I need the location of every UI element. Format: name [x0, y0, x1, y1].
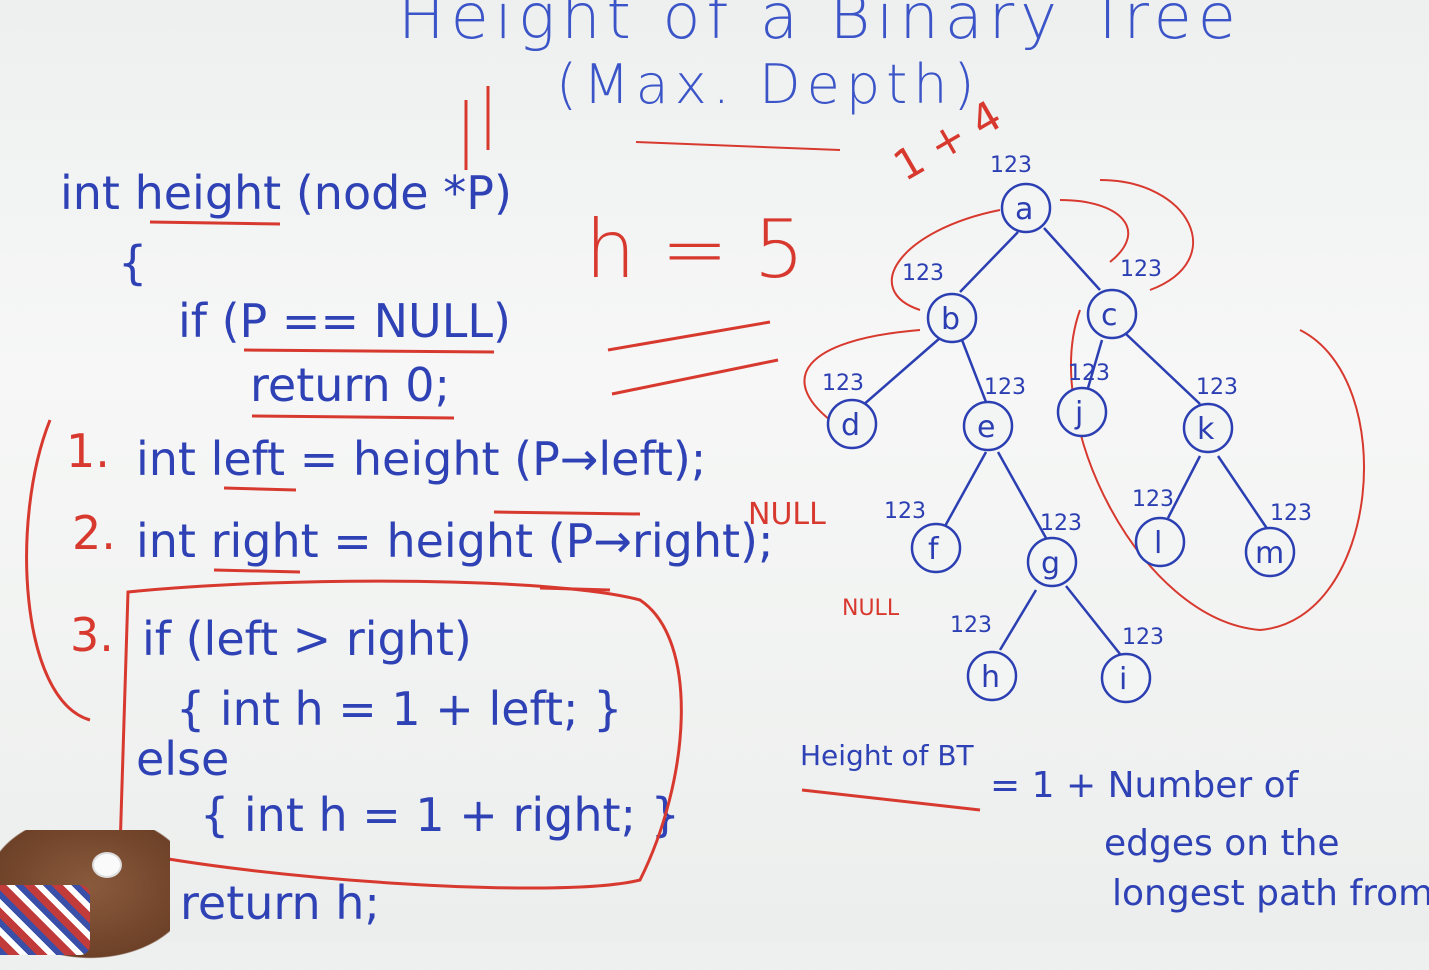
right-underline [213, 568, 301, 574]
tree-node-d: d [841, 408, 860, 443]
step3-box [118, 579, 683, 890]
definition-underline [801, 788, 981, 812]
counter-c: 123 [1120, 257, 1162, 282]
counter-e: 123 [984, 375, 1026, 400]
tree-node-i: i [1119, 662, 1127, 697]
tree-node-l: l [1154, 526, 1162, 561]
null-check-underline [243, 348, 495, 354]
counter-k: 123 [1196, 375, 1238, 400]
marker-cap [92, 852, 122, 878]
title-underline [635, 141, 841, 151]
h5-underline-2 [611, 358, 779, 396]
tree-node-m: m [1255, 536, 1284, 571]
tree-node-k: k [1197, 412, 1215, 447]
counter-h: 123 [950, 613, 992, 638]
counter-d: 123 [822, 371, 864, 396]
p-left-underline [493, 510, 641, 516]
tree-node-a: a [1015, 192, 1033, 227]
tree-node-j: j [1074, 396, 1083, 431]
counter-l: 123 [1132, 487, 1174, 512]
counter-g: 123 [1040, 511, 1082, 536]
height-underline [149, 220, 281, 226]
tree-node-g: g [1041, 546, 1060, 581]
h5-underline-1 [607, 320, 771, 352]
whiteboard-drawing: a b c d e j k f g l m h i 123 123 123 12… [25, 86, 1365, 890]
recursion-bracket [25, 419, 91, 722]
tree-node-b: b [941, 302, 960, 337]
counter-b: 123 [902, 261, 944, 286]
tree-node-c: c [1101, 298, 1118, 333]
counter-i: 123 [1122, 625, 1164, 650]
return-zero-underline [251, 414, 455, 420]
tree-node-e: e [977, 410, 995, 445]
counter-f: 123 [884, 499, 926, 524]
tree-node-h: h [981, 660, 1000, 695]
presenter-sleeve [0, 885, 90, 955]
counter-m: 123 [1270, 501, 1312, 526]
tree-node-f: f [928, 532, 940, 567]
left-underline [223, 486, 297, 492]
counter-a: 123 [990, 153, 1032, 178]
counter-j: 123 [1068, 361, 1110, 386]
